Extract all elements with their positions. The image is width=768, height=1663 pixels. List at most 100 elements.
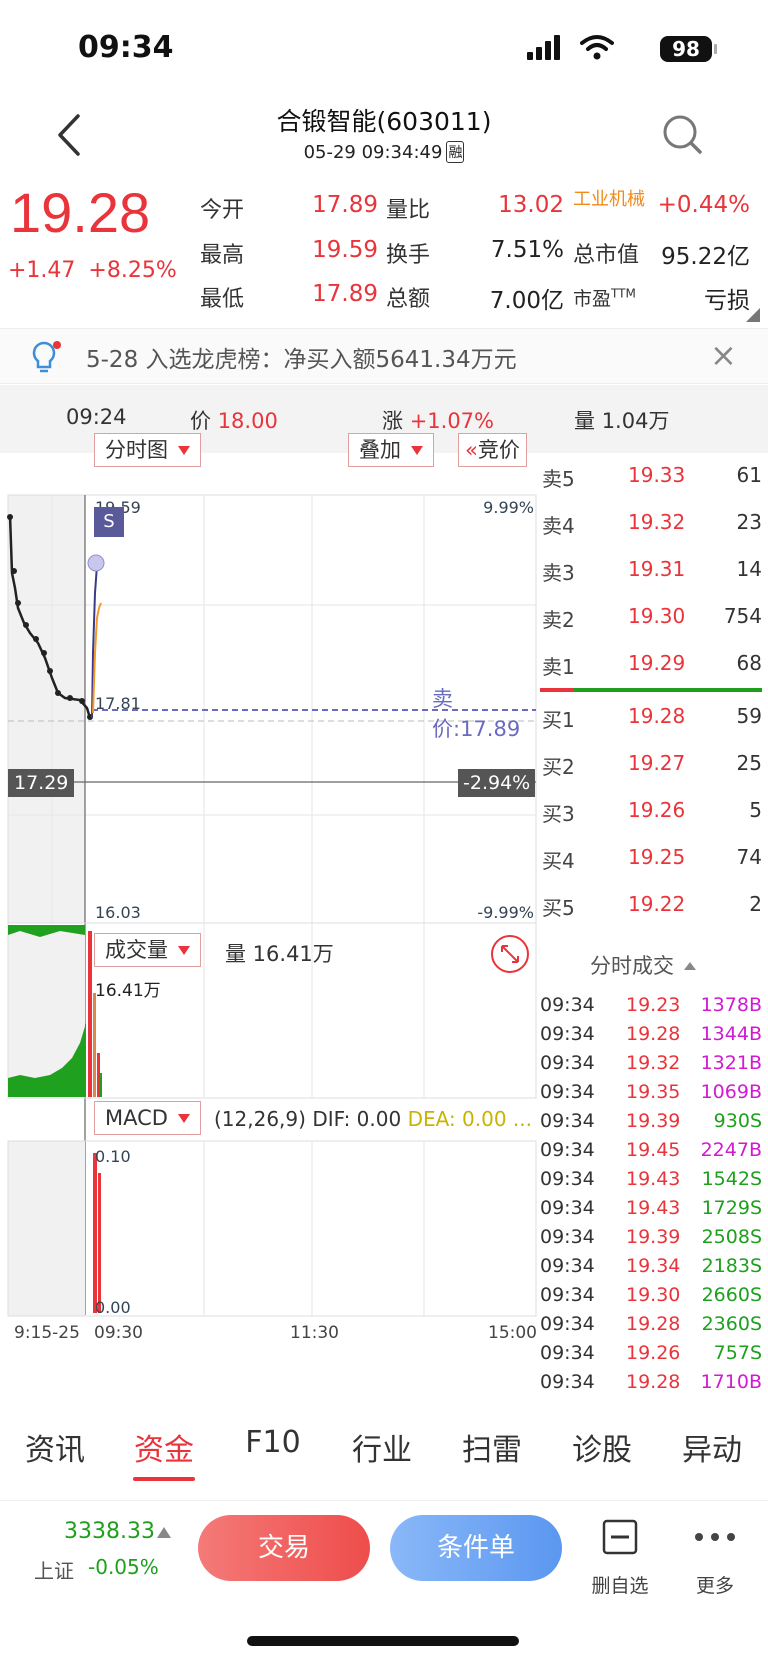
amount-label: 总额 xyxy=(386,287,431,312)
prev-close-pct: -2.94% xyxy=(458,769,536,797)
trade-volume: 2660S xyxy=(701,1284,762,1306)
low-value: 17.89 xyxy=(312,281,378,307)
trade-row: 09:34 19.26 757S xyxy=(540,1342,762,1370)
trade-time: 09:34 xyxy=(540,1284,595,1306)
trade-row: 09:34 19.43 1542S xyxy=(540,1168,762,1196)
index-change: -0.05% xyxy=(88,1555,159,1579)
pct-bottom-label: -9.99% xyxy=(477,903,534,922)
trade-price: 19.34 xyxy=(626,1255,681,1277)
prev-close-label: 17.29 xyxy=(8,769,75,797)
trade-row: 09:34 19.39 930S xyxy=(540,1110,762,1138)
wifi-icon xyxy=(580,35,614,60)
remove-favorite-button[interactable]: 删自选 xyxy=(585,1513,655,1603)
notice-bar[interactable]: 5-28 入选龙虎榜：净买入额5641.34万元 × xyxy=(0,328,768,384)
conditional-order-button[interactable]: 条件单 xyxy=(390,1515,562,1581)
bid-row: 买2 19.27 25 xyxy=(542,751,762,779)
change-value: +1.47 xyxy=(8,258,76,283)
tab-news[interactable]: 资讯 xyxy=(20,1425,90,1469)
macd-dropdown[interactable]: MACD xyxy=(94,1101,201,1135)
trade-volume: 1069B xyxy=(700,1081,762,1103)
order-book: 卖5 19.33 61 卖4 19.32 23 卖3 19.31 14 卖2 19.30 754… xyxy=(540,453,768,933)
datetime-text: 05-29 09:34:49 xyxy=(303,142,443,163)
trade-price: 19.43 xyxy=(626,1168,681,1190)
more-dots-icon xyxy=(695,1533,735,1541)
trade-row: 09:34 19.32 1321B xyxy=(540,1052,762,1080)
trade-row: 09:34 19.34 2183S xyxy=(540,1255,762,1283)
auction-button[interactable]: «竞价 xyxy=(458,433,527,467)
mktcap-value: 95.22亿 xyxy=(661,244,750,270)
search-button[interactable] xyxy=(660,112,704,156)
trade-time: 09:34 xyxy=(540,1110,595,1132)
trade-row: 09:34 19.45 2247B xyxy=(540,1139,762,1167)
current-price: 19.28 xyxy=(10,181,151,244)
overlay-dropdown[interactable]: 叠加 xyxy=(348,433,434,467)
mktcap-label: 总市值 xyxy=(573,243,640,268)
expand-corner-icon[interactable] xyxy=(746,308,760,322)
trade-row: 09:34 19.39 2508S xyxy=(540,1226,762,1254)
price-change: +1.47 +8.25% xyxy=(8,258,177,283)
trade-volume: 1542S xyxy=(701,1168,762,1190)
trade-button[interactable]: 交易 xyxy=(198,1515,370,1581)
trade-row: 09:34 19.30 2660S xyxy=(540,1284,762,1312)
volume-text: 量 16.41万 xyxy=(225,942,334,966)
lightbulb-icon xyxy=(32,341,61,373)
fullscreen-icon[interactable] xyxy=(490,934,530,974)
home-indicator xyxy=(247,1636,519,1646)
macd-top-label: 0.10 xyxy=(95,1147,131,1166)
trade-time: 09:34 xyxy=(540,1168,595,1190)
trade-volume: 1729S xyxy=(701,1197,762,1219)
tab-f10[interactable]: F10 xyxy=(238,1425,308,1460)
index-widget[interactable]: 3338.33 xyxy=(64,1519,171,1544)
ask-marker-left: 17.81 xyxy=(95,694,141,713)
battery-cap xyxy=(714,44,717,54)
book-divider-red xyxy=(540,688,574,692)
tab-diagnosis[interactable]: 诊股 xyxy=(566,1425,638,1469)
index-value: 3338.33 xyxy=(64,1519,155,1544)
ask-row: 卖4 19.32 23 xyxy=(542,510,762,538)
industry-link[interactable]: 工业机械 xyxy=(573,185,645,211)
vol-ratio-label: 量比 xyxy=(386,198,431,223)
time-label-close: 15:00 xyxy=(488,1323,537,1343)
close-icon[interactable]: × xyxy=(710,339,737,371)
trade-volume: 1378B xyxy=(700,994,762,1016)
trade-price: 19.39 xyxy=(626,1226,681,1248)
tab-risk-scan[interactable]: 扫雷 xyxy=(456,1425,528,1469)
trade-price: 19.28 xyxy=(626,1313,681,1335)
signal-s-icon[interactable]: S xyxy=(94,507,124,537)
trade-time: 09:34 xyxy=(540,1081,595,1103)
trade-volume: 930S xyxy=(713,1110,762,1132)
more-button[interactable]: 更多 xyxy=(690,1513,740,1603)
trade-price: 19.39 xyxy=(626,1110,681,1132)
trade-price: 19.30 xyxy=(626,1284,681,1306)
tab-bar: 资讯 资金 F10 行业 扫雷 诊股 异动 xyxy=(0,1425,768,1485)
ask-row: 卖3 19.31 14 xyxy=(542,557,762,585)
time-label-open: 09:30 xyxy=(94,1323,143,1343)
bid-row: 买5 19.22 2 xyxy=(542,892,762,920)
trade-time: 09:34 xyxy=(540,1226,595,1248)
trade-volume: 2183S xyxy=(701,1255,762,1277)
tab-industry[interactable]: 行业 xyxy=(346,1425,418,1469)
vol-ratio-value: 13.02 xyxy=(498,192,564,218)
arrow-up-icon xyxy=(156,1527,171,1538)
high-value: 19.59 xyxy=(312,237,378,263)
trade-volume: 2247B xyxy=(700,1139,762,1161)
trade-row: 09:34 19.43 1729S xyxy=(540,1197,762,1225)
tab-capital[interactable]: 资金 xyxy=(128,1425,200,1469)
status-time: 09:34 xyxy=(78,30,174,65)
info-time: 09:24 xyxy=(66,405,127,429)
high-label: 最高 xyxy=(200,243,245,268)
change-pct: +8.25% xyxy=(88,258,177,283)
chart-area[interactable]: 分时图 叠加 «竞价 19.59 9.99% 17.81 卖价:17.89 S … xyxy=(0,433,540,1403)
pe-value: 亏损 xyxy=(704,288,750,314)
trade-volume: 2508S xyxy=(701,1226,762,1248)
volume-dropdown[interactable]: 成交量 xyxy=(94,933,201,967)
tab-alerts[interactable]: 异动 xyxy=(676,1425,748,1469)
trades-title[interactable]: 分时成交 xyxy=(590,950,696,980)
volume-max-label: 16.41万 xyxy=(95,981,161,1001)
info-price: 价 18.00 xyxy=(190,409,278,433)
trade-row: 09:34 19.35 1069B xyxy=(540,1081,762,1109)
turnover-label: 换手 xyxy=(386,243,431,268)
time-label-auction: 9:15-25 xyxy=(14,1323,80,1343)
battery-icon: 98 xyxy=(660,36,712,62)
intraday-chart-dropdown[interactable]: 分时图 xyxy=(94,433,201,467)
